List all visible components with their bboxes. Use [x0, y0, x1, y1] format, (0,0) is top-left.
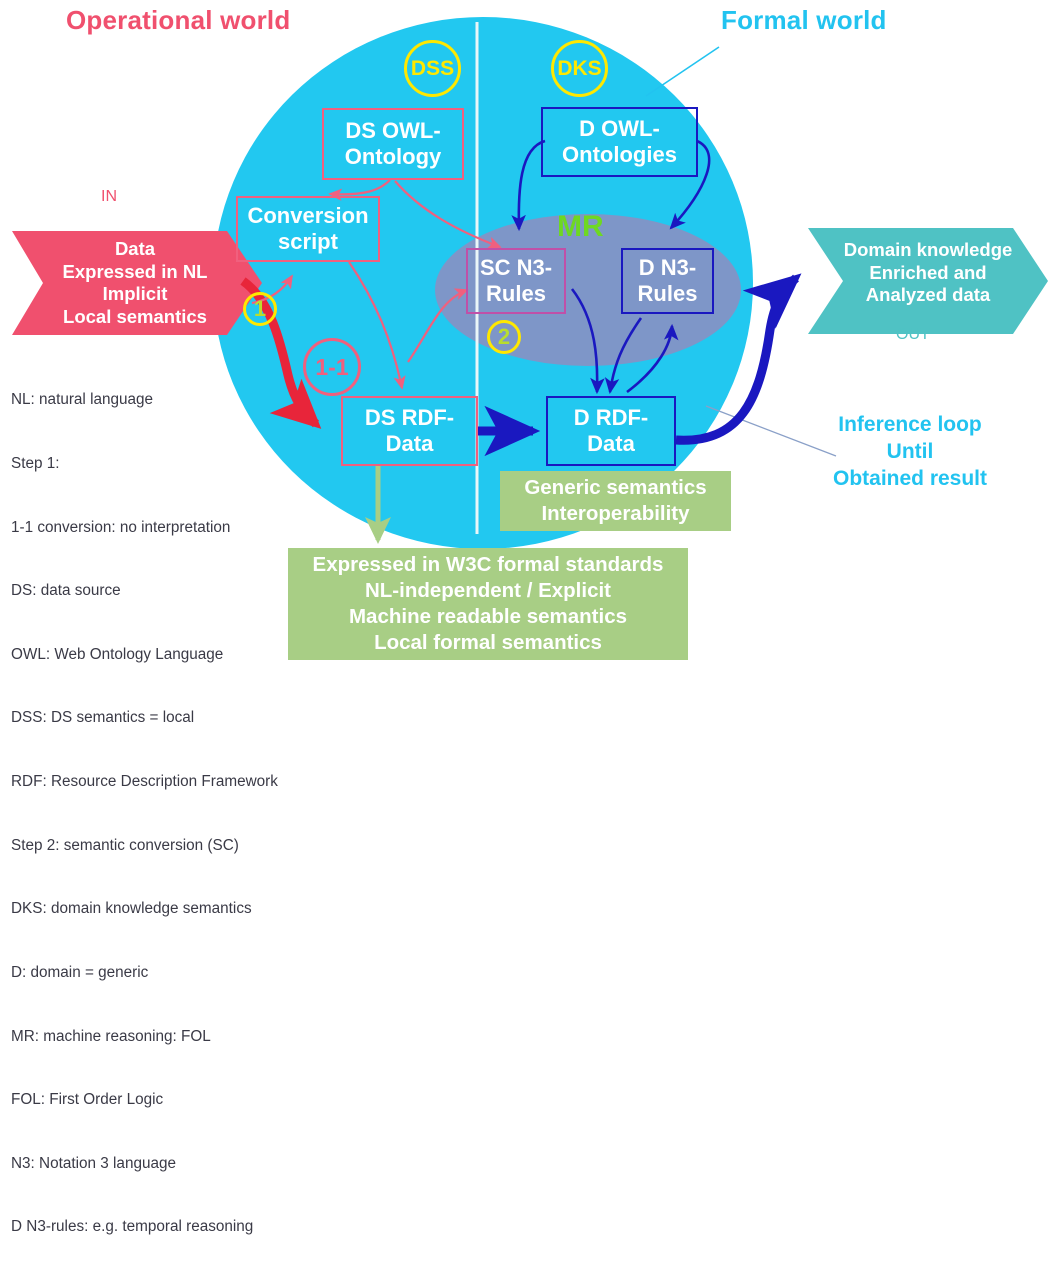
arrow-dsowl-to-sc-n3: [394, 180, 502, 249]
legend-line: 1-1 conversion: no interpretation: [11, 518, 231, 536]
badge-dss: DSS: [404, 40, 461, 97]
w3c-line-3: Machine readable semantics: [348, 605, 627, 628]
out-banner-text: Domain knowledge Enriched and Analyzed d…: [833, 239, 1023, 307]
legend-line: DS: data source: [11, 582, 121, 600]
diagram-canvas: Operational world Formal world IN Data E…: [0, 0, 1054, 1235]
legend-line: Step 1:: [11, 455, 60, 473]
badge-step-1: 1: [243, 292, 277, 326]
legend-line: FOL: First Order Logic: [11, 1091, 164, 1109]
arrow-d-n3-to-d-rdf: [604, 317, 643, 395]
out-line-2: Enriched and: [869, 261, 987, 283]
badge-step-2: 2: [487, 320, 521, 354]
legend-line: NL: natural language: [11, 391, 154, 409]
legend-line: N3: Notation 3 language: [11, 1154, 176, 1172]
node-d-n3-rules[interactable]: D N3- Rules: [621, 248, 714, 314]
inference-line-2: Until: [886, 440, 934, 463]
node-d-owl-ontologies[interactable]: D OWL- Ontologies: [541, 107, 698, 177]
out-line-3: Analyzed data: [865, 284, 991, 305]
legend-line: DKS: domain knowledge semantics: [11, 900, 252, 918]
legend-line: Step 2: semantic conversion (SC): [11, 836, 239, 854]
legend-line: D N3-rules: e.g. temporal reasoning: [11, 1218, 254, 1236]
operational-world-title: Operational world: [66, 5, 291, 35]
generic-line-1: Generic semantics: [524, 476, 707, 499]
inference-line-3: Obtained result: [832, 467, 988, 490]
w3c-line-1: Expressed in W3C formal standards: [312, 553, 664, 576]
w3c-line-4: Local formal semantics: [374, 631, 602, 654]
arrow-sc-n3-to-d-rdf: [570, 288, 605, 395]
green-box-w3c-standards: Expressed in W3C formal standards NL-ind…: [288, 548, 688, 660]
legend-block: NL: natural language Step 1: 1-1 convers…: [11, 347, 278, 1280]
formal-world-title: Formal world: [721, 5, 887, 35]
node-d-rdf-data[interactable]: D RDF- Data: [546, 396, 676, 466]
arrow-sweep-to-sc-n3: [407, 288, 469, 363]
in-line-4: Local semantics: [63, 305, 207, 327]
in-line-3: Implicit: [102, 283, 168, 304]
legend-line: OWL: Web Ontology Language: [11, 645, 224, 663]
node-ds-owl-ontology[interactable]: DS OWL- Ontology: [322, 108, 464, 180]
legend-line: MR: machine reasoning: FOL: [11, 1027, 211, 1045]
node-conversion-script[interactable]: Conversion script: [236, 196, 380, 262]
badge-dks: DKS: [551, 40, 608, 97]
node-ds-rdf-data[interactable]: DS RDF- Data: [341, 396, 478, 466]
badge-one-to-one: 1-1: [303, 338, 361, 396]
inference-loop-text: Inference loop Until Obtained result: [818, 411, 1002, 492]
in-banner-text: Data Expressed in NL Implicit Local sema…: [40, 238, 230, 328]
legend-line: DSS: DS semantics = local: [11, 709, 195, 727]
out-line-1: Domain knowledge: [843, 239, 1013, 260]
in-label: IN: [101, 188, 117, 205]
node-sc-n3-rules[interactable]: SC N3- Rules: [466, 248, 566, 314]
inference-line-1: Inference loop: [838, 413, 982, 436]
arrow-dsowl-to-conversion: [328, 179, 391, 201]
w3c-line-2: NL-independent / Explicit: [364, 579, 611, 602]
out-label: OUT: [896, 326, 930, 343]
legend-line: D: domain = generic: [11, 963, 149, 981]
mr-label: MR: [557, 210, 604, 243]
legend-line: RDF: Resource Description Framework: [11, 773, 278, 791]
arrow-d-rdf-to-d-n3: [626, 323, 679, 394]
in-line-1: Data: [114, 238, 156, 259]
generic-line-2: Interoperability: [541, 502, 690, 525]
green-box-generic-semantics: Generic semantics Interoperability: [500, 471, 731, 531]
in-line-2: Expressed in NL: [62, 260, 208, 282]
